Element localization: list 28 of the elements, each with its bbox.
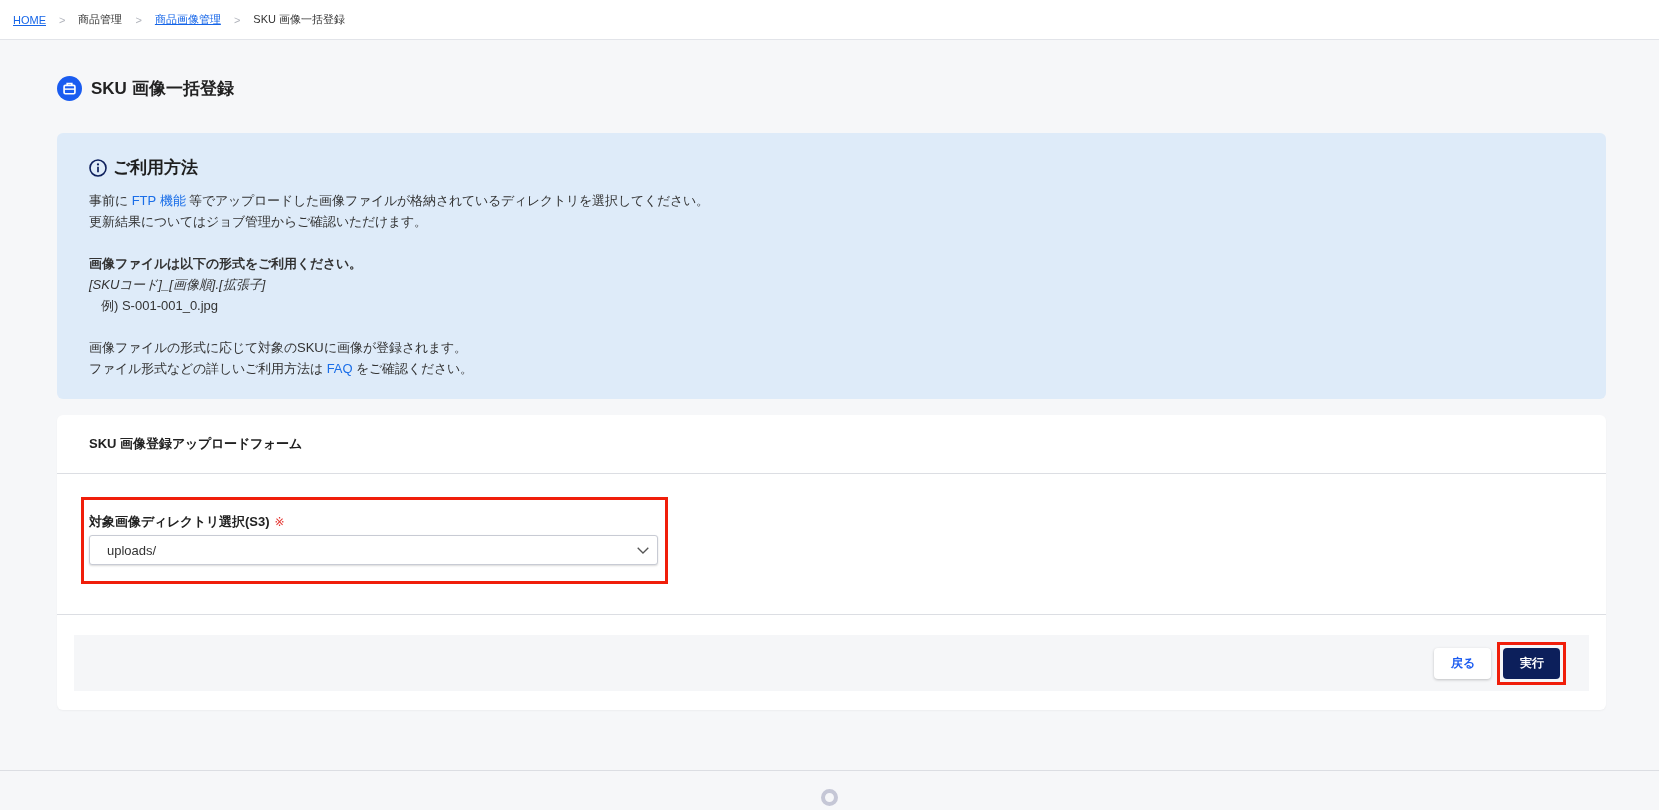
example-text: 例) S-001-001_0.jpg	[101, 297, 219, 315]
execute-button[interactable]: 実行	[1503, 647, 1560, 679]
info-text: 事前に FTP 機能 等でアップロードした画像ファイルが格納されているディレクトリを選択してください。	[89, 192, 710, 210]
info-text: 画像ファイルの形式に応じて対象のSKUに画像が登録されます。	[89, 339, 467, 357]
chevron-down-icon	[637, 546, 649, 554]
breadcrumb-item: SKU 画像一括登録	[253, 12, 345, 27]
required-mark: ※	[274, 515, 285, 529]
format-pattern: [SKUコード]_[画像順].[拡張子]	[89, 276, 266, 294]
select-field[interactable]: uploads/	[89, 535, 658, 565]
form-title: SKU 画像登録アップロードフォーム	[89, 435, 303, 453]
breadcrumb-item: 商品管理	[78, 12, 123, 27]
breadcrumb-link[interactable]: 商品画像管理	[154, 12, 221, 27]
breadcrumb-separator: >	[59, 13, 66, 26]
text-link[interactable]: FAQ	[326, 361, 353, 376]
info-text: 更新結果についてはジョブ管理からご確認いただけます。	[89, 213, 427, 231]
format-heading: 画像ファイルは以下の形式をご利用ください。	[89, 255, 362, 273]
briefcase-icon	[57, 76, 82, 101]
breadcrumb-separator: >	[233, 13, 241, 26]
ring-icon	[821, 789, 838, 806]
info-text: ファイル形式などの詳しいご利用方法は FAQ をご確認ください。	[89, 360, 474, 378]
breadcrumb-link[interactable]: HOME	[13, 13, 46, 26]
page-title: SKU 画像一括登録	[91, 78, 234, 100]
field-label: 対象画像ディレクトリ選択(S3)	[89, 513, 270, 531]
breadcrumb-separator: >	[135, 13, 142, 26]
info-icon	[89, 159, 107, 177]
info-heading: ご利用方法	[113, 157, 198, 179]
back-button[interactable]: 戻る	[1434, 647, 1491, 679]
text-link[interactable]: FTP 機能	[131, 193, 186, 208]
